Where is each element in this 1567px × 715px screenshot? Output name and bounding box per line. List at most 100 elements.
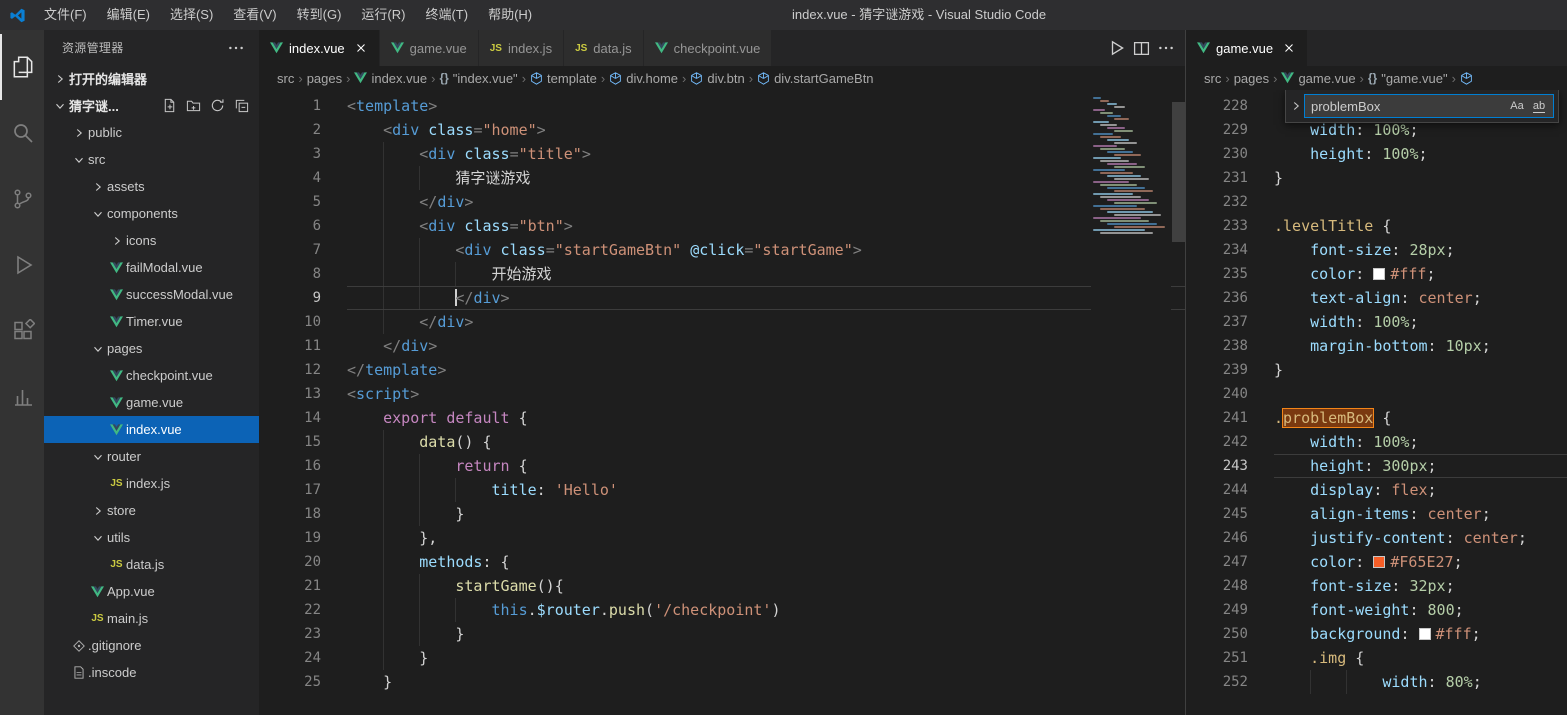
- line-number[interactable]: 18: [259, 502, 321, 526]
- activitybar-source-control[interactable]: [0, 166, 44, 232]
- more-button[interactable]: [1157, 39, 1175, 57]
- menu-文件-f[interactable]: 文件(F): [34, 0, 97, 30]
- code-text[interactable]: color: #fff;: [1274, 262, 1567, 286]
- code-text[interactable]: 开始游戏: [347, 262, 1185, 286]
- code-text[interactable]: width: 100%;: [1274, 310, 1567, 334]
- line-number[interactable]: 13: [259, 382, 321, 406]
- menu-帮助-h[interactable]: 帮助(H): [478, 0, 542, 30]
- breadcrumb-symbol[interactable]: [1460, 72, 1473, 85]
- code-text[interactable]: height: 100%;: [1274, 142, 1567, 166]
- code-text[interactable]: </div>: [347, 310, 1185, 334]
- breadcrumb-game-vue[interactable]: {}"game.vue": [1368, 71, 1448, 86]
- code-text[interactable]: }: [347, 646, 1185, 670]
- find-replace-toggle[interactable]: [1288, 99, 1304, 113]
- line-number[interactable]: 234: [1186, 238, 1248, 262]
- code-text[interactable]: title: 'Hello': [347, 478, 1185, 502]
- find-query[interactable]: problemBox: [1311, 99, 1505, 114]
- breadcrumb-index-vue[interactable]: {}"index.vue": [439, 71, 517, 86]
- code-text[interactable]: }: [347, 502, 1185, 526]
- line-number[interactable]: 249: [1186, 598, 1248, 622]
- sidebar-item-猜字谜[interactable]: 猜字谜...: [44, 92, 259, 119]
- code-text[interactable]: },: [347, 526, 1185, 550]
- line-number[interactable]: 246: [1186, 526, 1248, 550]
- line-number[interactable]: 5: [259, 190, 321, 214]
- line-number[interactable]: 241: [1186, 406, 1248, 430]
- code-text[interactable]: </div>: [347, 286, 1185, 310]
- menu-选择-s[interactable]: 选择(S): [160, 0, 223, 30]
- code-text[interactable]: font-weight: 800;: [1274, 598, 1567, 622]
- sidebar-item-game-vue[interactable]: game.vue: [44, 389, 259, 416]
- line-number[interactable]: 23: [259, 622, 321, 646]
- line-number[interactable]: 245: [1186, 502, 1248, 526]
- match-case-button[interactable]: Aa: [1507, 96, 1527, 116]
- line-number[interactable]: 236: [1186, 286, 1248, 310]
- code-text[interactable]: font-size: 32px;: [1274, 574, 1567, 598]
- breadcrumb-div-home[interactable]: div.home: [609, 71, 678, 86]
- line-number[interactable]: 15: [259, 430, 321, 454]
- code-text[interactable]: </template>: [347, 358, 1185, 382]
- code-text[interactable]: [1274, 382, 1567, 406]
- sidebar-item-successmodal-vue[interactable]: successModal.vue: [44, 281, 259, 308]
- line-number[interactable]: 9: [259, 286, 321, 310]
- sidebar-item-index-vue[interactable]: index.vue: [44, 416, 259, 443]
- line-number[interactable]: 21: [259, 574, 321, 598]
- sidebar-item-data-js[interactable]: JSdata.js: [44, 551, 259, 578]
- breadcrumb-template[interactable]: template: [530, 71, 597, 86]
- line-number[interactable]: 243: [1186, 454, 1248, 478]
- line-number[interactable]: 19: [259, 526, 321, 550]
- line-number[interactable]: 11: [259, 334, 321, 358]
- line-number[interactable]: 10: [259, 310, 321, 334]
- line-number[interactable]: 252: [1186, 670, 1248, 694]
- activitybar-extensions[interactable]: [0, 298, 44, 364]
- menu-运行-r[interactable]: 运行(R): [351, 0, 415, 30]
- code-text[interactable]: background: #fff;: [1274, 622, 1567, 646]
- line-number[interactable]: 6: [259, 214, 321, 238]
- left-code-area[interactable]: 1<template>2 <div class="home">3 <div cl…: [259, 90, 1185, 715]
- breadcrumb-src[interactable]: src: [277, 71, 294, 86]
- line-number[interactable]: 235: [1186, 262, 1248, 286]
- sidebar-item-failmodal-vue[interactable]: failModal.vue: [44, 254, 259, 281]
- code-text[interactable]: <div class="startGameBtn" @click="startG…: [347, 238, 1185, 262]
- code-text[interactable]: [1274, 190, 1567, 214]
- line-number[interactable]: 20: [259, 550, 321, 574]
- sidebar-item-pages[interactable]: pages: [44, 335, 259, 362]
- tab-index-vue[interactable]: index.vue: [259, 30, 380, 66]
- code-text[interactable]: }: [1274, 358, 1567, 382]
- sidebar-item-src[interactable]: src: [44, 146, 259, 173]
- sidebar-item-public[interactable]: public: [44, 119, 259, 146]
- activitybar-search[interactable]: [0, 100, 44, 166]
- code-text[interactable]: }: [1274, 166, 1567, 190]
- line-number[interactable]: 24: [259, 646, 321, 670]
- sidebar-item-index-js[interactable]: JSindex.js: [44, 470, 259, 497]
- sidebar-item-components[interactable]: components: [44, 200, 259, 227]
- line-number[interactable]: 17: [259, 478, 321, 502]
- code-text[interactable]: startGame(){: [347, 574, 1185, 598]
- collapse-all-button[interactable]: [234, 98, 249, 113]
- breadcrumb-div-startgamebtn[interactable]: div.startGameBtn: [757, 71, 873, 86]
- breadcrumb-pages[interactable]: pages: [1234, 71, 1269, 86]
- line-number[interactable]: 228: [1186, 94, 1248, 118]
- code-text[interactable]: }: [347, 622, 1185, 646]
- line-number[interactable]: 250: [1186, 622, 1248, 646]
- code-text[interactable]: align-items: center;: [1274, 502, 1567, 526]
- code-text[interactable]: display: flex;: [1274, 478, 1567, 502]
- code-text[interactable]: methods: {: [347, 550, 1185, 574]
- line-number[interactable]: 25: [259, 670, 321, 694]
- whole-word-button[interactable]: ab: [1529, 96, 1549, 116]
- code-text[interactable]: </div>: [347, 334, 1185, 358]
- new-folder-button[interactable]: [186, 98, 201, 113]
- line-number[interactable]: 3: [259, 142, 321, 166]
- line-number[interactable]: 251: [1186, 646, 1248, 670]
- line-number[interactable]: 16: [259, 454, 321, 478]
- activitybar-chart[interactable]: [0, 364, 44, 430]
- code-text[interactable]: color: #F65E27;: [1274, 550, 1567, 574]
- sidebar-item-store[interactable]: store: [44, 497, 259, 524]
- breadcrumb-src[interactable]: src: [1204, 71, 1221, 86]
- code-text[interactable]: export default {: [347, 406, 1185, 430]
- code-text[interactable]: 猜字谜游戏: [347, 166, 1185, 190]
- sidebar-item-utils[interactable]: utils: [44, 524, 259, 551]
- line-number[interactable]: 244: [1186, 478, 1248, 502]
- refresh-button[interactable]: [210, 98, 225, 113]
- right-code-area[interactable]: 228 229 width: 100%;230 height: 100%;231…: [1186, 90, 1567, 715]
- line-number[interactable]: 232: [1186, 190, 1248, 214]
